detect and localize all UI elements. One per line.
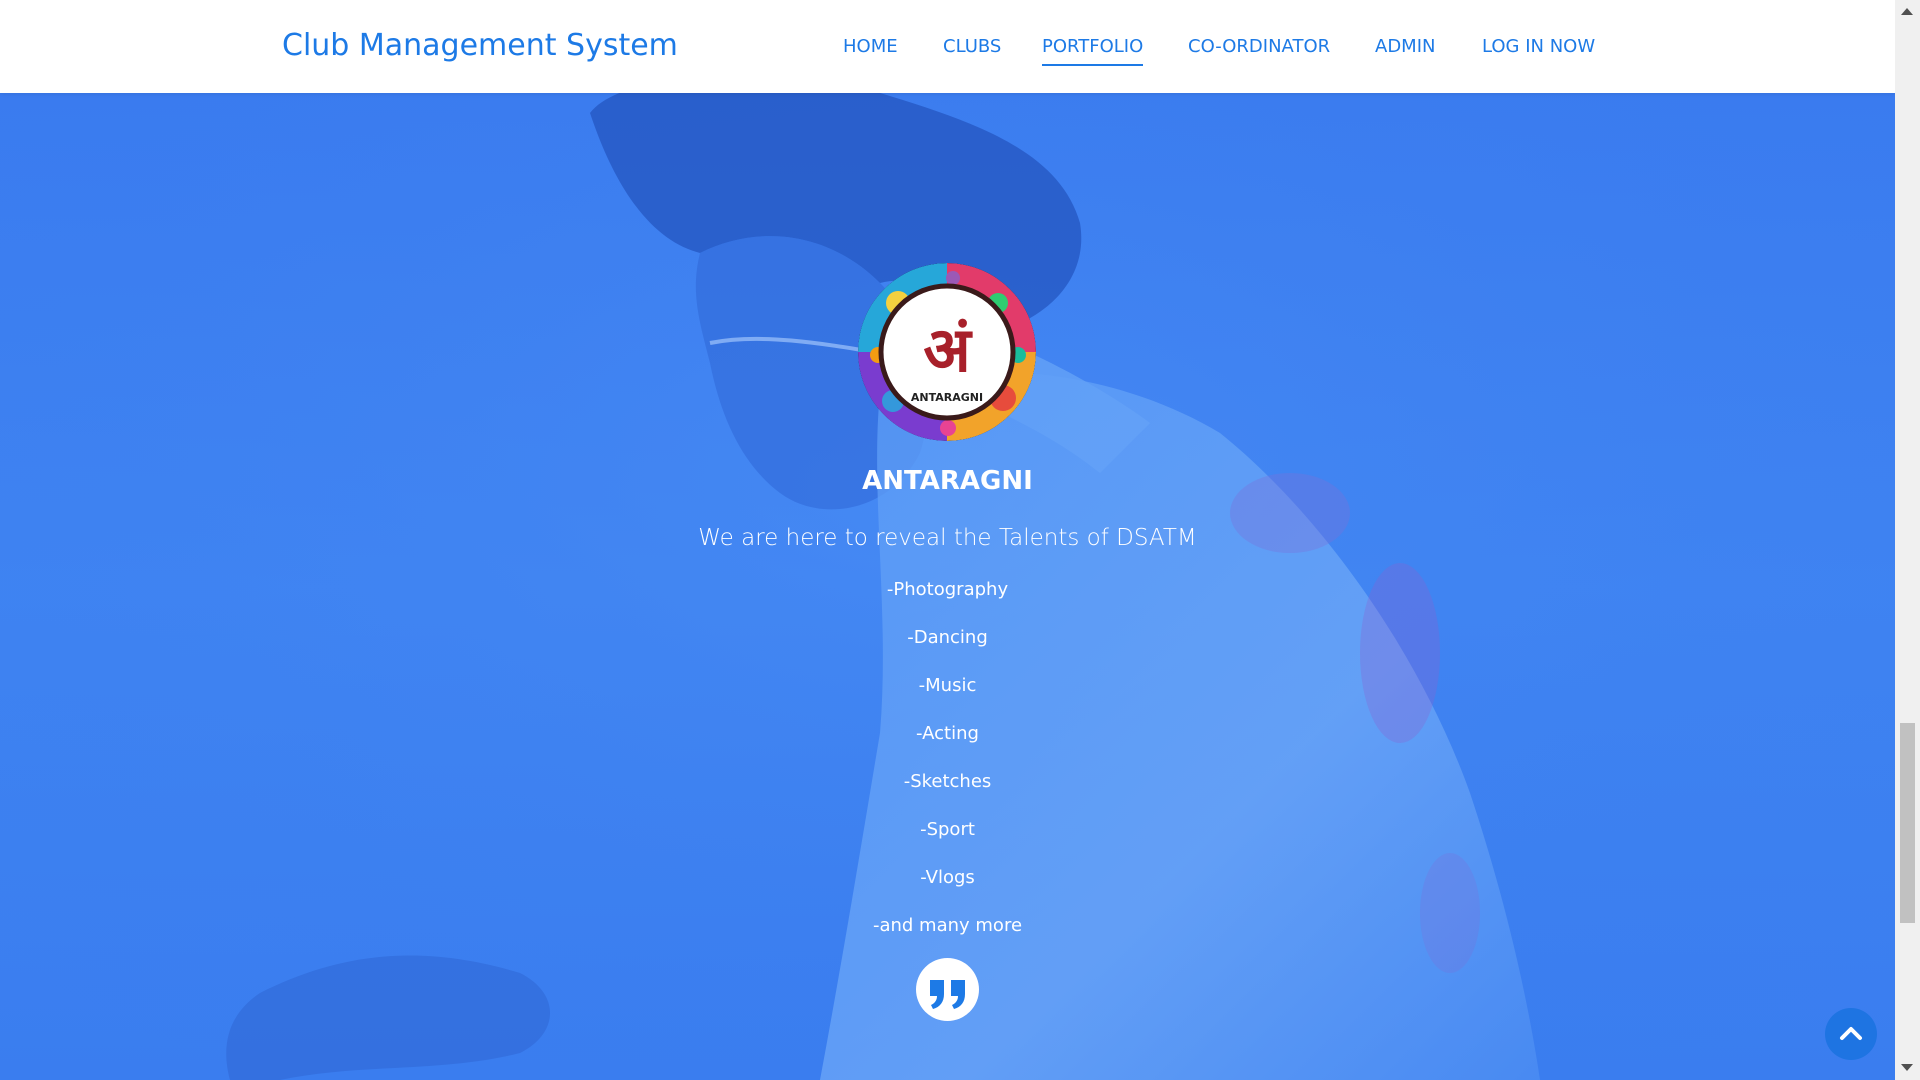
navbar: Club Management System HOME CLUBS PORTFO… (0, 0, 1895, 93)
nav-clubs[interactable]: CLUBS (943, 36, 1001, 57)
list-item: -and many more (872, 915, 1023, 936)
page: Club Management System HOME CLUBS PORTFO… (0, 0, 1920, 1080)
club-logo-image: अं ANTARAGNI (858, 263, 1036, 441)
club-name: ANTARAGNI (862, 466, 1033, 496)
scroll-down-arrow-icon[interactable] (1901, 1064, 1913, 1071)
list-item: -Vlogs (920, 867, 975, 888)
club-logo-text: ANTARAGNI (911, 391, 983, 404)
nav-menu: HOME CLUBS PORTFOLIO CO-ORDINATOR ADMIN … (0, 36, 1895, 76)
list-item: -Sketches (903, 771, 992, 792)
nav-co-ordinator[interactable]: CO-ORDINATOR (1188, 36, 1330, 57)
portfolio-section: अं ANTARAGNI ANTARAGNI We are here to re… (0, 0, 1895, 1080)
list-item: -Music (918, 675, 977, 696)
scrollbar-thumb[interactable] (1900, 723, 1915, 923)
chevron-up-icon (1840, 1027, 1862, 1040)
back-to-top-button[interactable] (1825, 1008, 1877, 1060)
scroll-up-arrow-icon[interactable] (1901, 8, 1913, 15)
list-item: -Photography (886, 579, 1009, 600)
page-scrollbar[interactable] (1895, 0, 1920, 1080)
nav-login[interactable]: LOG IN NOW (1482, 36, 1595, 57)
list-item: -Sport (920, 819, 975, 840)
nav-portfolio[interactable]: PORTFOLIO (1042, 36, 1144, 66)
list-item: -Dancing (907, 627, 988, 648)
nav-admin[interactable]: ADMIN (1375, 36, 1435, 57)
club-logo: अं ANTARAGNI (858, 263, 1036, 441)
club-logo-glyph: अं (923, 313, 973, 386)
list-item: -Acting (916, 723, 979, 744)
talents-list: -Photography -Dancing -Music -Acting -Sk… (0, 577, 1895, 961)
club-tagline: We are here to reveal the Talents of DSA… (698, 525, 1197, 551)
quote-icon (916, 958, 979, 1021)
quote-icon-glyph (930, 980, 965, 1009)
nav-home[interactable]: HOME (843, 36, 898, 57)
